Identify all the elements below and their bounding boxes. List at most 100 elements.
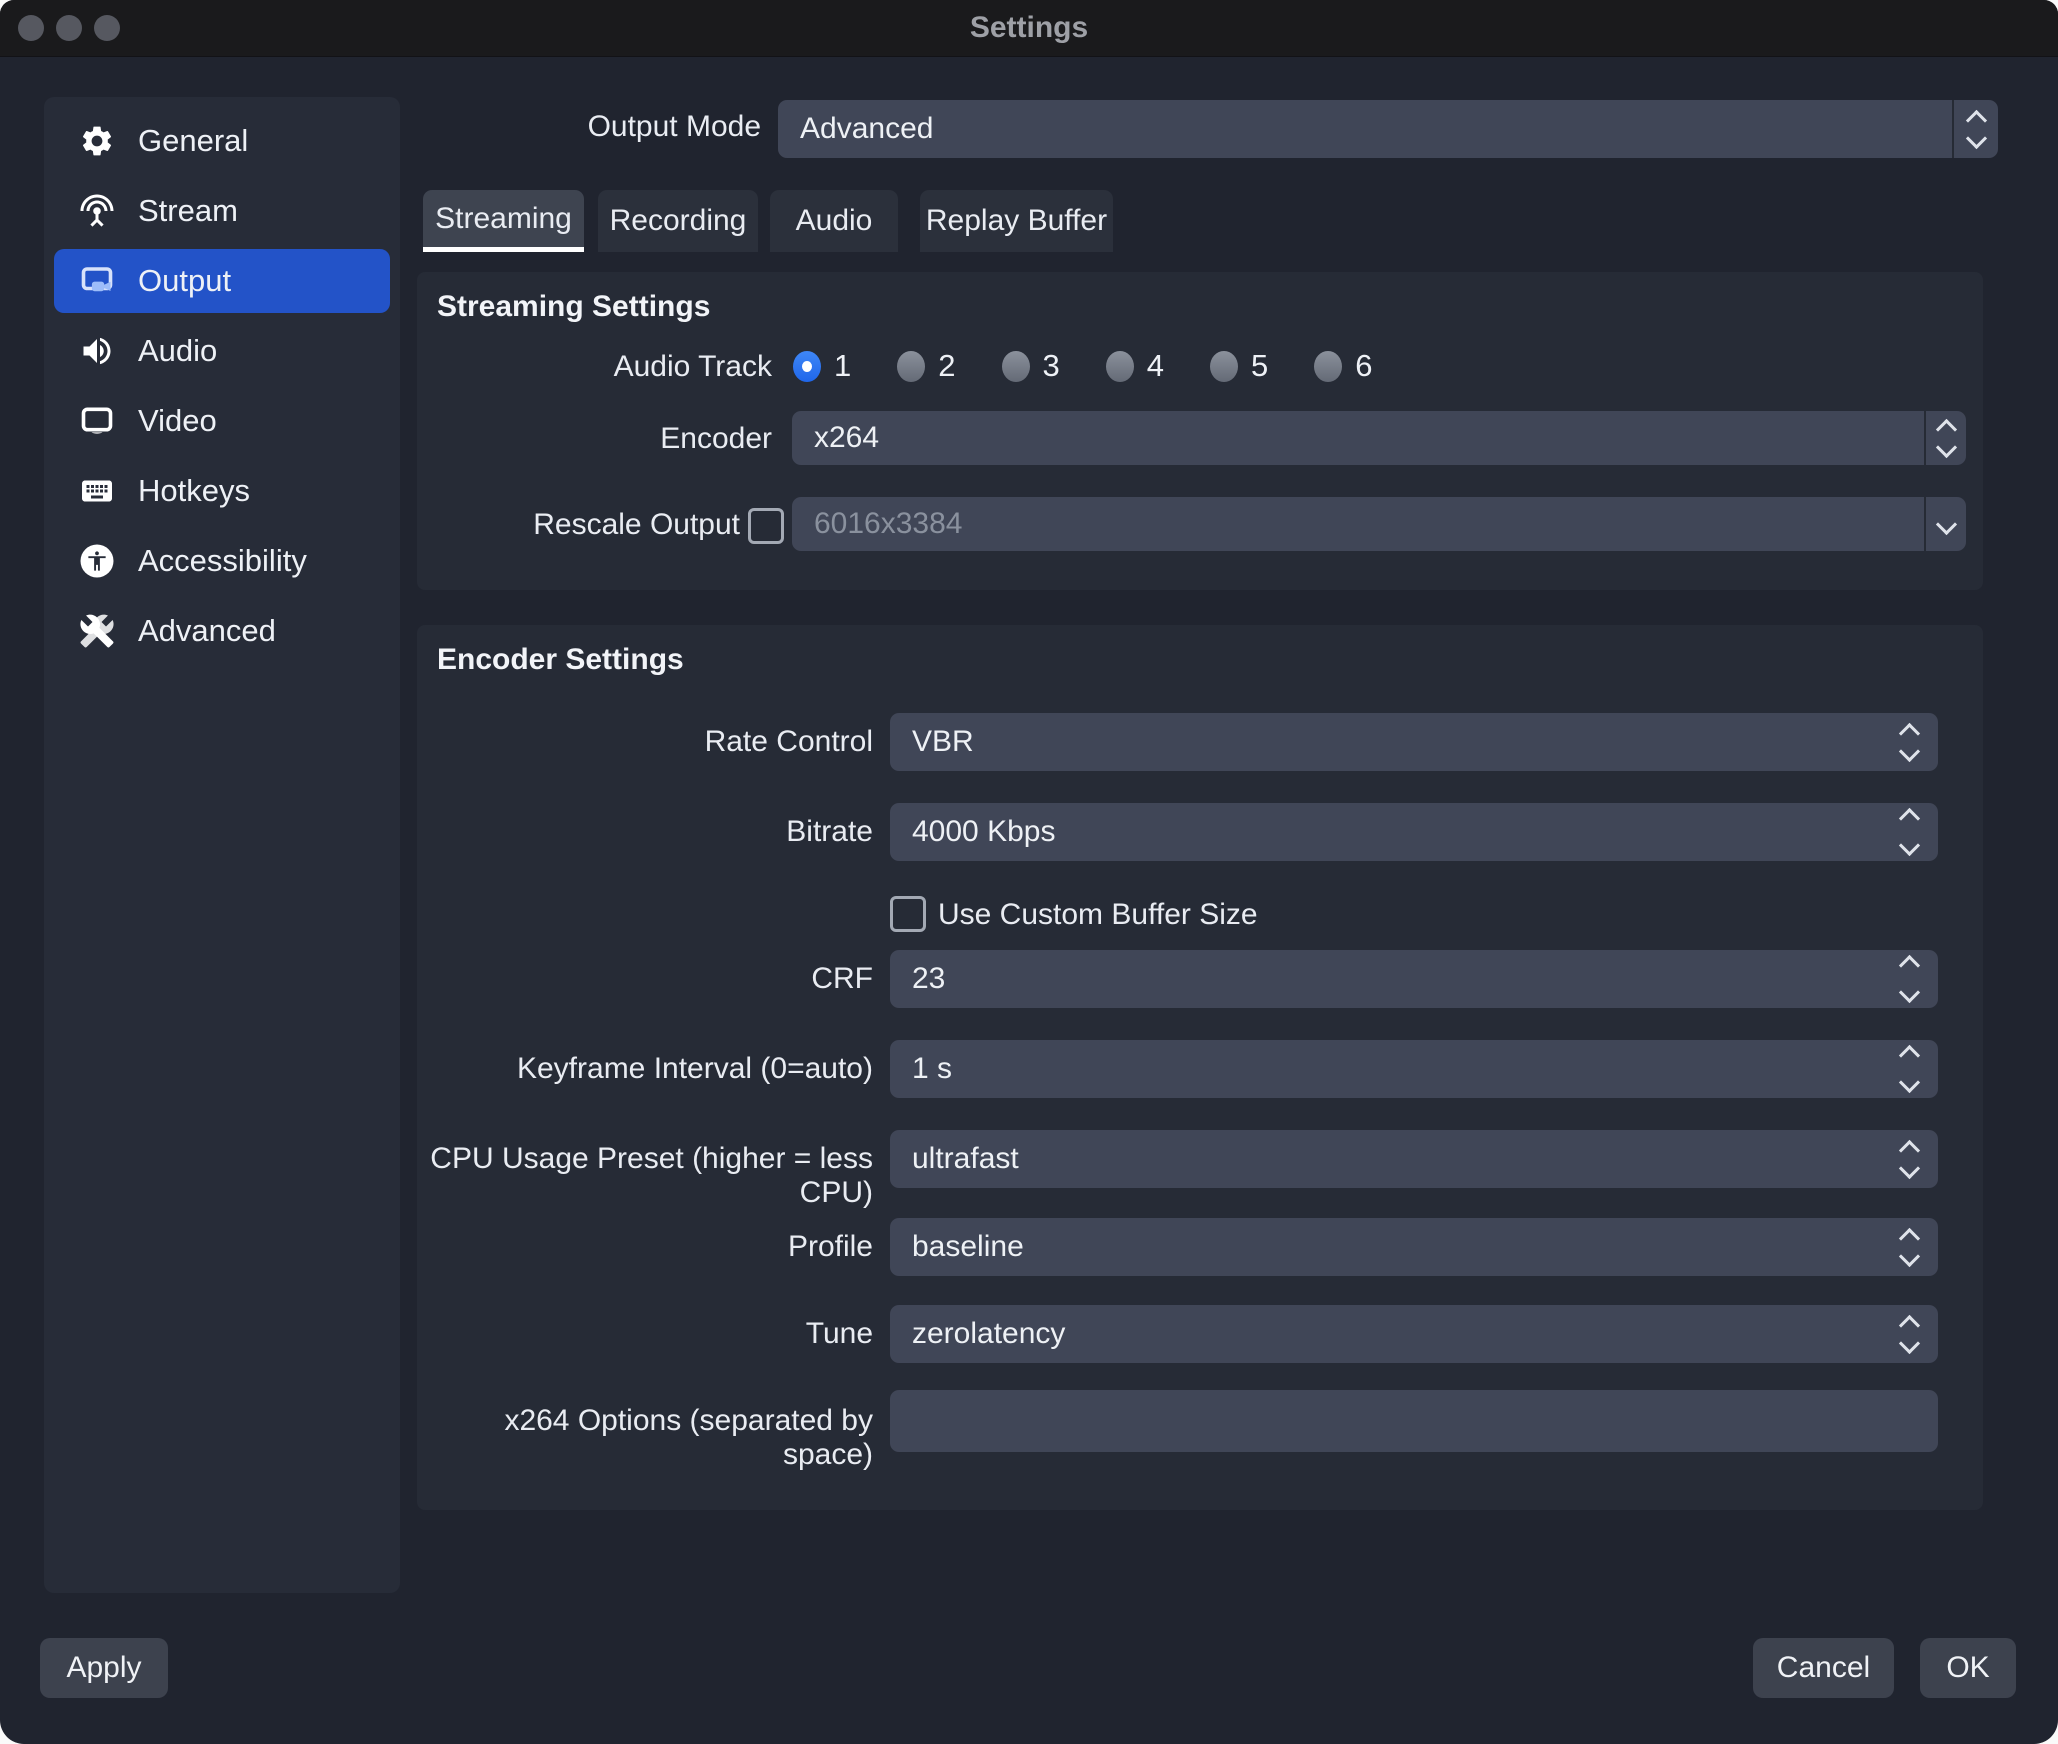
tab-streaming[interactable]: Streaming bbox=[423, 190, 584, 252]
tab-label: Audio bbox=[796, 204, 873, 238]
apply-button[interactable]: Apply bbox=[40, 1638, 168, 1698]
cpu-usage-preset-stepper[interactable] bbox=[1880, 1130, 1938, 1188]
accessibility-icon bbox=[78, 542, 116, 580]
radio-label: 2 bbox=[938, 348, 955, 384]
chevron-up-icon bbox=[1898, 1045, 1919, 1066]
sidebar-item-label: Video bbox=[138, 403, 217, 439]
sidebar-item-accessibility[interactable]: Accessibility bbox=[54, 529, 390, 593]
radio-checked-icon bbox=[793, 351, 821, 382]
rescale-output-label: Rescale Output bbox=[430, 508, 740, 542]
chevron-down-icon bbox=[1898, 1245, 1919, 1266]
tune-label: Tune bbox=[420, 1317, 873, 1351]
sidebar-item-video[interactable]: Video bbox=[54, 389, 390, 453]
sidebar-item-hotkeys[interactable]: Hotkeys bbox=[54, 459, 390, 523]
keyboard-icon bbox=[78, 472, 116, 510]
sidebar: General Stream Output Audio bbox=[44, 97, 400, 1593]
profile-label: Profile bbox=[420, 1230, 873, 1264]
tab-replay-buffer[interactable]: Replay Buffer bbox=[920, 190, 1113, 252]
rate-control-select[interactable]: VBR bbox=[890, 713, 1938, 771]
rescale-output-checkbox[interactable] bbox=[748, 508, 784, 544]
audio-track-option-1[interactable]: 1 bbox=[793, 348, 851, 384]
tab-recording[interactable]: Recording bbox=[598, 190, 758, 252]
sidebar-item-label: Accessibility bbox=[138, 543, 307, 579]
radio-icon bbox=[1002, 351, 1030, 382]
output-mode-label: Output Mode bbox=[480, 110, 761, 144]
titlebar: Settings bbox=[0, 0, 2058, 57]
streaming-settings-title: Streaming Settings bbox=[437, 290, 710, 324]
audio-track-option-4[interactable]: 4 bbox=[1106, 348, 1164, 384]
sidebar-item-advanced[interactable]: Advanced bbox=[54, 599, 390, 663]
chevron-up-icon bbox=[1898, 808, 1919, 829]
gear-icon bbox=[78, 122, 116, 160]
rescale-output-value: 6016x3384 bbox=[814, 507, 962, 541]
audio-track-label: Audio Track bbox=[430, 350, 772, 384]
keyframe-interval-stepper[interactable] bbox=[1880, 1040, 1938, 1098]
output-mode-value: Advanced bbox=[800, 112, 933, 146]
chevron-down-icon bbox=[1898, 740, 1919, 761]
chevron-down-icon bbox=[1935, 436, 1956, 457]
chevron-down-icon bbox=[1898, 1157, 1919, 1178]
ok-button[interactable]: OK bbox=[1920, 1638, 2016, 1698]
apply-button-label: Apply bbox=[66, 1651, 141, 1685]
sidebar-item-label: Stream bbox=[138, 193, 238, 229]
audio-track-option-3[interactable]: 3 bbox=[1002, 348, 1060, 384]
tune-value: zerolatency bbox=[912, 1317, 1065, 1351]
settings-window: Settings General Stream Output bbox=[0, 0, 2058, 1744]
profile-value: baseline bbox=[912, 1230, 1024, 1264]
window-title: Settings bbox=[0, 0, 2058, 56]
cancel-button-label: Cancel bbox=[1777, 1651, 1870, 1685]
encoder-select-stepper[interactable] bbox=[1924, 411, 1966, 465]
encoder-select[interactable]: x264 bbox=[792, 411, 1966, 465]
crf-label: CRF bbox=[420, 962, 873, 996]
chevron-down-icon bbox=[1935, 513, 1956, 534]
bitrate-value: 4000 Kbps bbox=[912, 815, 1055, 849]
rescale-output-combo[interactable]: 6016x3384 bbox=[792, 497, 1966, 551]
audio-track-option-6[interactable]: 6 bbox=[1314, 348, 1372, 384]
sidebar-item-label: Hotkeys bbox=[138, 473, 250, 509]
rate-control-label: Rate Control bbox=[420, 725, 873, 759]
radio-icon bbox=[897, 351, 925, 382]
chevron-down-icon bbox=[1965, 127, 1986, 148]
keyframe-interval-spinbox[interactable]: 1 s bbox=[890, 1040, 1938, 1098]
cpu-usage-preset-label: CPU Usage Preset (higher = less CPU) bbox=[420, 1142, 873, 1210]
chevron-down-icon bbox=[1898, 982, 1919, 1003]
antenna-icon bbox=[78, 192, 116, 230]
tab-label: Recording bbox=[610, 204, 747, 238]
sidebar-item-stream[interactable]: Stream bbox=[54, 179, 390, 243]
x264-options-label: x264 Options (separated by space) bbox=[420, 1404, 873, 1472]
sidebar-item-label: General bbox=[138, 123, 248, 159]
sidebar-item-general[interactable]: General bbox=[54, 109, 390, 173]
profile-stepper[interactable] bbox=[1880, 1218, 1938, 1276]
rate-control-stepper[interactable] bbox=[1880, 713, 1938, 771]
crf-spinbox[interactable]: 23 bbox=[890, 950, 1938, 1008]
sidebar-item-audio[interactable]: Audio bbox=[54, 319, 390, 383]
cancel-button[interactable]: Cancel bbox=[1753, 1638, 1894, 1698]
rescale-output-dropdown[interactable] bbox=[1924, 497, 1966, 551]
output-mode-stepper[interactable] bbox=[1952, 100, 1998, 158]
radio-label: 5 bbox=[1251, 348, 1268, 384]
tune-stepper[interactable] bbox=[1880, 1305, 1938, 1363]
tab-label: Replay Buffer bbox=[926, 204, 1107, 238]
cpu-usage-preset-select[interactable]: ultrafast bbox=[890, 1130, 1938, 1188]
encoder-value: x264 bbox=[814, 421, 879, 455]
sidebar-item-output[interactable]: Output bbox=[54, 249, 390, 313]
rate-control-value: VBR bbox=[912, 725, 974, 759]
radio-icon bbox=[1106, 351, 1134, 382]
use-custom-buffer-size-checkbox[interactable] bbox=[890, 896, 926, 932]
ok-button-label: OK bbox=[1946, 1651, 1989, 1685]
sidebar-item-label: Advanced bbox=[138, 613, 276, 649]
bitrate-spinbox[interactable]: 4000 Kbps bbox=[890, 803, 1938, 861]
sidebar-item-label: Audio bbox=[138, 333, 217, 369]
audio-track-option-5[interactable]: 5 bbox=[1210, 348, 1268, 384]
x264-options-input[interactable] bbox=[890, 1390, 1938, 1452]
chevron-down-icon bbox=[1898, 835, 1919, 856]
audio-track-option-2[interactable]: 2 bbox=[897, 348, 955, 384]
audio-track-radio-group: 1 2 3 4 5 6 bbox=[793, 348, 1419, 384]
profile-select[interactable]: baseline bbox=[890, 1218, 1938, 1276]
crf-stepper[interactable] bbox=[1880, 950, 1938, 1008]
bitrate-stepper[interactable] bbox=[1880, 803, 1938, 861]
tune-select[interactable]: zerolatency bbox=[890, 1305, 1938, 1363]
crf-value: 23 bbox=[912, 962, 945, 996]
tab-audio[interactable]: Audio bbox=[770, 190, 898, 252]
output-mode-select[interactable]: Advanced bbox=[778, 100, 1998, 158]
